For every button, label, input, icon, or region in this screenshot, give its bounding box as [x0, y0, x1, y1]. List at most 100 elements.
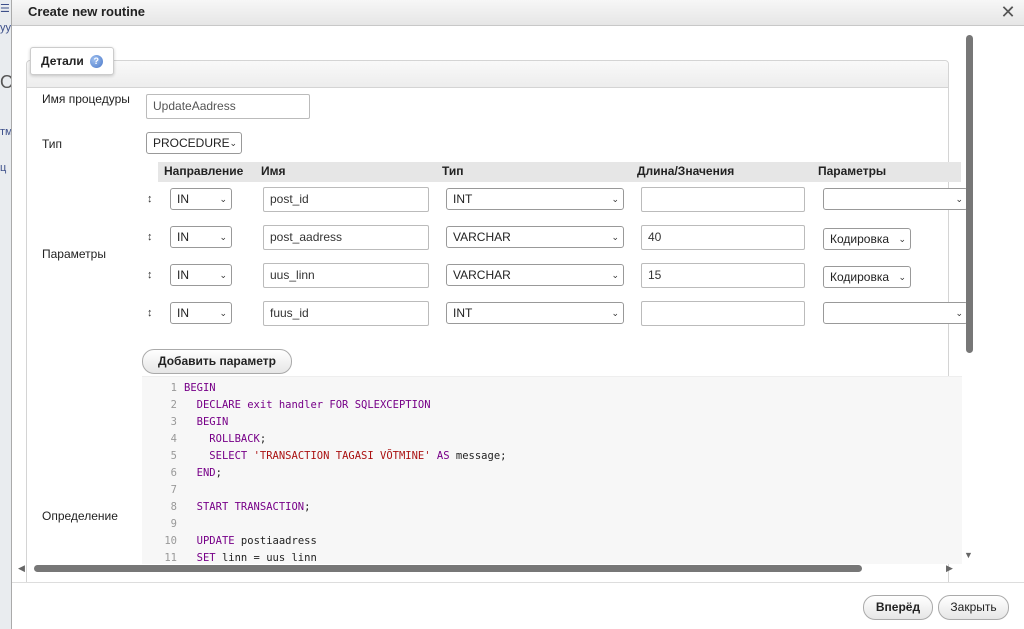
direction-value: IN	[177, 230, 189, 244]
drag-handle-icon[interactable]: ↕	[147, 269, 153, 281]
routine-type-select[interactable]: PROCEDURE ⌄	[146, 132, 242, 154]
chevron-down-icon: ⌄	[219, 308, 227, 318]
scroll-down-icon[interactable]: ▼	[964, 550, 973, 560]
line-number: 6	[170, 467, 177, 479]
param-name-input[interactable]: post_id	[263, 187, 429, 212]
line-number-gutter: 1 2 3 4 5 6 7 8 9 10 11	[142, 377, 179, 564]
direction-select[interactable]: IN ⌄	[170, 188, 232, 210]
param-type-value: INT	[453, 192, 473, 206]
code-keyword: ROLLBACK	[209, 433, 260, 445]
param-name-input[interactable]: uus_linn	[263, 263, 429, 288]
code-keyword: END	[196, 467, 216, 479]
code-editor[interactable]: 1 2 3 4 5 6 7 8 9 10 11 BEGIN DECLARE ex…	[142, 376, 962, 564]
code-keyword: UPDATE	[196, 535, 235, 547]
parameters-header-row: Направление Имя Тип Длина/Значения Парам…	[158, 162, 961, 182]
code-text: ;	[215, 467, 222, 479]
header-type: Тип	[442, 164, 464, 178]
code-line: SELECT 'TRANSACTION TAGASI VÕTMINE' AS m…	[184, 450, 506, 462]
code-line: BEGIN	[184, 416, 229, 428]
chevron-down-icon: ⌄	[898, 272, 906, 282]
code-line: START TRANSACTION;	[184, 501, 311, 513]
header-options: Параметры	[818, 164, 887, 178]
scroll-right-icon[interactable]: ▶	[946, 563, 953, 574]
code-string: 'TRANSACTION TAGASI VÕTMINE'	[253, 450, 431, 462]
code-line: BEGIN	[184, 382, 216, 394]
line-number: 8	[170, 501, 177, 513]
chevron-down-icon: ⌄	[898, 234, 906, 244]
chevron-down-icon: ⌄	[611, 194, 619, 204]
code-keyword: AS	[436, 450, 450, 462]
close-icon[interactable]: ✕	[999, 2, 1017, 22]
param-type-select[interactable]: INT ⌄	[446, 188, 624, 210]
chevron-down-icon: ⌄	[229, 138, 237, 148]
vertical-scrollbar-thumb[interactable]	[966, 35, 973, 353]
help-icon[interactable]: ?	[89, 54, 103, 68]
param-type-select[interactable]: VARCHAR ⌄	[446, 226, 624, 248]
direction-value: IN	[177, 192, 189, 206]
param-options-value: Кодировка	[830, 232, 890, 246]
param-options-select[interactable]: Кодировка ⌄	[823, 228, 911, 250]
chevron-down-icon: ⌄	[611, 232, 619, 242]
parameters-label: Параметры	[42, 247, 106, 261]
chevron-down-icon: ⌄	[219, 194, 227, 204]
routine-type-value: PROCEDURE	[153, 136, 230, 150]
chevron-down-icon: ⌄	[955, 308, 963, 318]
chevron-down-icon: ⌄	[611, 308, 619, 318]
vertical-scrollbar[interactable]: ▼	[964, 30, 974, 560]
param-name-input[interactable]: fuus_id	[263, 301, 429, 326]
param-type-select[interactable]: VARCHAR ⌄	[446, 264, 624, 286]
param-length-input[interactable]: 15	[641, 263, 805, 288]
drag-handle-icon[interactable]: ↕	[147, 307, 153, 319]
tab-details-label: Детали	[41, 54, 84, 68]
line-number: 1	[170, 382, 177, 394]
param-type-select[interactable]: INT ⌄	[446, 302, 624, 324]
line-number: 7	[170, 484, 177, 496]
param-length-input[interactable]	[641, 187, 805, 212]
code-line: DECLARE exit handler FOR SQLEXCEPTION	[184, 399, 431, 411]
line-number: 2	[170, 399, 177, 411]
routine-type-label: Тип	[42, 137, 63, 151]
horizontal-scrollbar-thumb[interactable]	[34, 565, 862, 572]
dialog-title: Create new routine	[28, 4, 146, 19]
code-line: END;	[184, 467, 222, 479]
param-length-input[interactable]: 40	[641, 225, 805, 250]
header-length: Длина/Значения	[637, 164, 735, 178]
param-options-select[interactable]: Кодировка ⌄	[823, 266, 911, 288]
chevron-down-icon: ⌄	[219, 232, 227, 242]
drag-handle-icon[interactable]: ↕	[147, 193, 153, 205]
dialog-footer: Вперёд Закрыть	[12, 582, 1024, 629]
code-keyword: DECLARE exit handler FOR SQLEXCEPTION	[196, 399, 431, 411]
next-button[interactable]: Вперёд	[863, 595, 933, 620]
line-number: 9	[170, 518, 177, 530]
direction-select[interactable]: IN ⌄	[170, 226, 232, 248]
close-button[interactable]: Закрыть	[938, 595, 1009, 620]
code-keyword: START TRANSACTION	[196, 501, 305, 513]
horizontal-scrollbar[interactable]: ◀ ▶	[18, 562, 958, 574]
code-line: UPDATE postiaadress	[184, 535, 317, 547]
direction-value: IN	[177, 306, 189, 320]
param-options-select[interactable]: ⌄	[823, 302, 968, 324]
add-parameter-button[interactable]: Добавить параметр	[142, 349, 292, 374]
line-number: 4	[170, 433, 177, 445]
tab-details[interactable]: Детали ?	[30, 47, 114, 75]
param-length-input[interactable]	[641, 301, 805, 326]
param-options-select[interactable]: ⌄	[823, 188, 968, 210]
param-type-value: INT	[453, 306, 473, 320]
fieldset-header	[27, 61, 948, 88]
param-name-input[interactable]: post_aadress	[263, 225, 429, 250]
drag-handle-icon[interactable]: ↕	[147, 231, 153, 243]
dialog-content: Детали ? Имя процедуры UpdateAadress Тип…	[12, 26, 1024, 582]
dialog-titlebar[interactable]: Create new routine ✕	[12, 0, 1024, 26]
code-text: postiaadress	[240, 535, 317, 547]
code-text: ;	[304, 501, 311, 513]
header-name: Имя	[261, 164, 286, 178]
scroll-left-icon[interactable]: ◀	[18, 563, 25, 574]
param-options-value: Кодировка	[830, 270, 890, 284]
direction-select[interactable]: IN ⌄	[170, 302, 232, 324]
code-text: ;	[259, 433, 267, 445]
routine-name-input[interactable]: UpdateAadress	[146, 94, 310, 119]
chevron-down-icon: ⌄	[219, 270, 227, 280]
line-number: 3	[170, 416, 177, 428]
direction-select[interactable]: IN ⌄	[170, 264, 232, 286]
code-line: ROLLBACK;	[184, 433, 266, 445]
